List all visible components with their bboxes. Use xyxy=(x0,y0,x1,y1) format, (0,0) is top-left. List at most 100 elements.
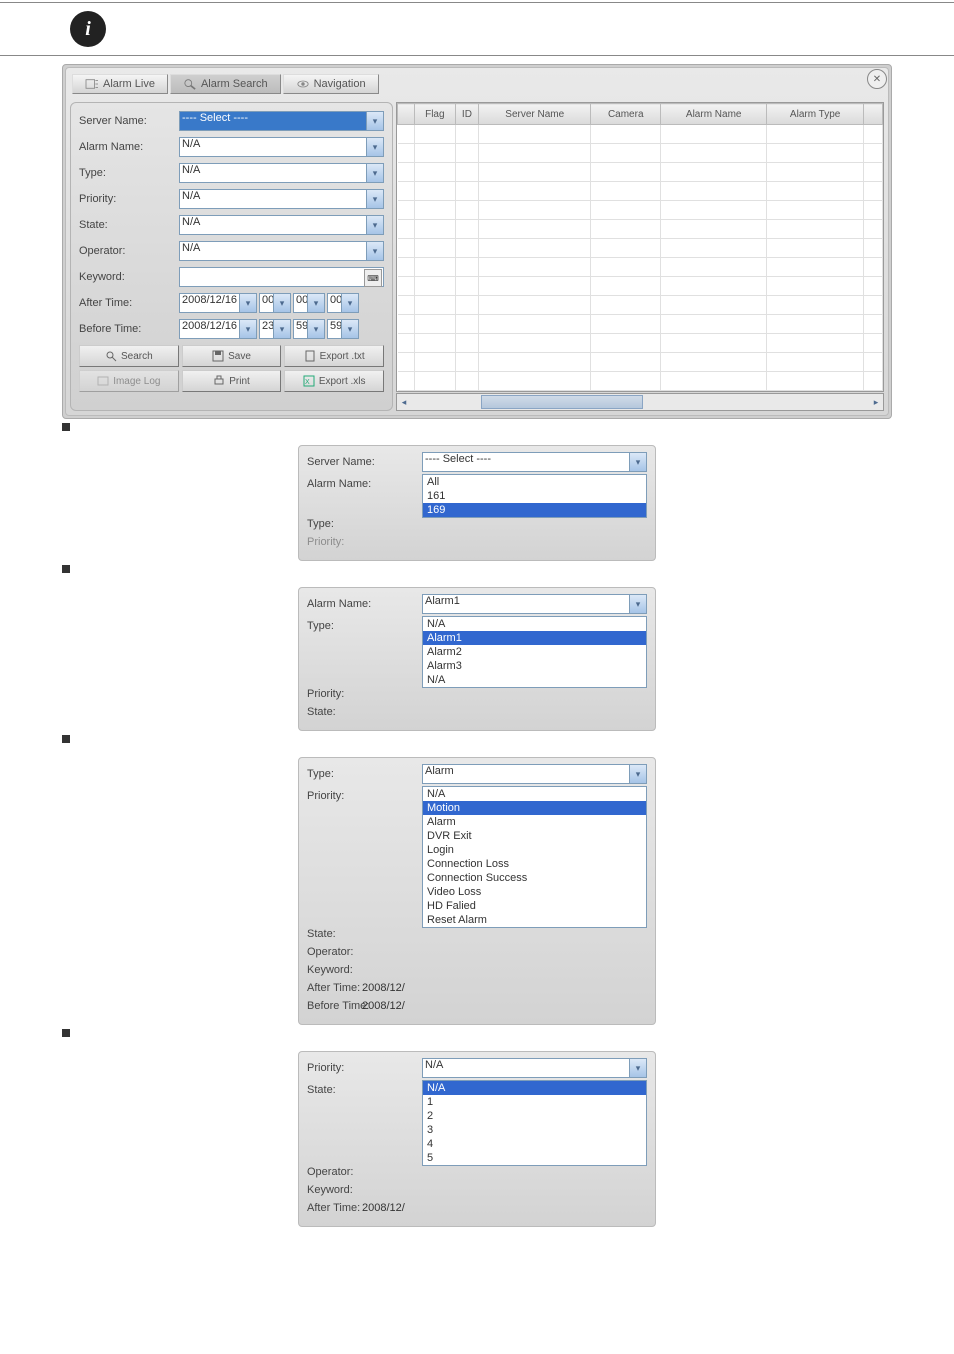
option[interactable]: N/A xyxy=(423,787,646,801)
table-row xyxy=(398,277,883,296)
table-row xyxy=(398,201,883,220)
option[interactable]: N/A xyxy=(423,1081,646,1095)
option[interactable]: DVR Exit xyxy=(423,829,646,843)
tab-alarm-live[interactable]: Alarm Live xyxy=(72,74,168,94)
server-name-dropdown[interactable]: All 161 169 xyxy=(422,474,647,518)
info-icon: i xyxy=(70,11,106,47)
export-xls-button[interactable]: XExport .xls xyxy=(284,370,384,392)
chevron-down-icon: ▾ xyxy=(366,216,383,234)
col-camera[interactable]: Camera xyxy=(591,104,661,125)
keyword-input[interactable]: ⌨ xyxy=(179,267,384,287)
option[interactable]: Video Loss xyxy=(423,885,646,899)
after-hour-select[interactable]: 00▾ xyxy=(259,293,291,313)
option[interactable]: 1 xyxy=(423,1095,646,1109)
table-row xyxy=(398,144,883,163)
option[interactable]: Alarm3 xyxy=(423,659,646,673)
priority-select[interactable]: N/A▾ xyxy=(179,189,384,209)
after-date-select[interactable]: 2008/12/16▾ xyxy=(179,293,257,313)
col-server-name[interactable]: Server Name xyxy=(479,104,591,125)
option-161[interactable]: 161 xyxy=(423,489,646,503)
chevron-down-icon: ▾ xyxy=(366,242,383,260)
option[interactable]: Login xyxy=(423,843,646,857)
option[interactable]: 5 xyxy=(423,1151,646,1165)
table-row xyxy=(398,296,883,315)
option[interactable]: N/A xyxy=(423,617,646,631)
label-before-time: Before Time: xyxy=(79,323,179,335)
table-row xyxy=(398,182,883,201)
table-row xyxy=(398,163,883,182)
before-hour-select[interactable]: 23▾ xyxy=(259,319,291,339)
alarm-search-window: ✕ Alarm Live Alarm Search Navigation Ser… xyxy=(62,64,892,419)
option[interactable]: HD Falied xyxy=(423,899,646,913)
col-alarm-type[interactable]: Alarm Type xyxy=(767,104,864,125)
option[interactable]: 4 xyxy=(423,1137,646,1151)
tab-navigation[interactable]: Navigation xyxy=(283,74,379,94)
results-grid[interactable]: Flag ID Server Name Camera Alarm Name Al… xyxy=(396,102,884,392)
option-169[interactable]: 169 xyxy=(423,503,646,517)
scroll-thumb[interactable] xyxy=(481,395,643,409)
example-alarm-name: Alarm Name: Alarm1▾ Type: N/A Alarm1 Ala… xyxy=(298,587,656,731)
alarm-name-dropdown[interactable]: N/A Alarm1 Alarm2 Alarm3 N/A xyxy=(422,616,647,688)
operator-select[interactable]: N/A▾ xyxy=(179,241,384,261)
label-server-name: Server Name: xyxy=(79,115,179,127)
col-alarm-name[interactable]: Alarm Name xyxy=(661,104,767,125)
type-select[interactable]: Alarm▾ xyxy=(422,764,647,784)
option-all[interactable]: All xyxy=(423,475,646,489)
table-row xyxy=(398,258,883,277)
server-name-select[interactable]: ---- Select ----▾ xyxy=(179,111,384,131)
before-date-select[interactable]: 2008/12/16▾ xyxy=(179,319,257,339)
keyboard-icon[interactable]: ⌨ xyxy=(364,269,382,287)
example-type: Type: Alarm▾ Priority: N/A Motion Alarm … xyxy=(298,757,656,1025)
alarm-name-select[interactable]: Alarm1▾ xyxy=(422,594,647,614)
option[interactable]: 2 xyxy=(423,1109,646,1123)
option[interactable]: Connection Loss xyxy=(423,857,646,871)
priority-dropdown[interactable]: N/A 1 2 3 4 5 xyxy=(422,1080,647,1166)
alarm-name-select[interactable]: N/A▾ xyxy=(179,137,384,157)
tab-label: Alarm Search xyxy=(201,78,268,90)
tab-alarm-search[interactable]: Alarm Search xyxy=(170,74,281,94)
bullet-icon xyxy=(62,565,70,573)
horizontal-scrollbar[interactable]: ◂ ▸ xyxy=(396,393,884,411)
print-button[interactable]: Print xyxy=(182,370,282,392)
type-dropdown[interactable]: N/A Motion Alarm DVR Exit Login Connecti… xyxy=(422,786,647,928)
table-row xyxy=(398,315,883,334)
after-min-select[interactable]: 00▾ xyxy=(293,293,325,313)
table-row xyxy=(398,372,883,391)
state-select[interactable]: N/A▾ xyxy=(179,215,384,235)
option[interactable]: Alarm2 xyxy=(423,645,646,659)
type-select[interactable]: N/A▾ xyxy=(179,163,384,183)
before-min-select[interactable]: 59▾ xyxy=(293,319,325,339)
option[interactable]: Alarm xyxy=(423,815,646,829)
table-row xyxy=(398,220,883,239)
export-txt-button[interactable]: Export .txt xyxy=(284,345,384,367)
option[interactable]: N/A xyxy=(423,673,646,687)
close-button[interactable]: ✕ xyxy=(867,69,887,89)
image-log-button[interactable]: Image Log xyxy=(79,370,179,392)
chevron-down-icon: ▾ xyxy=(366,112,383,130)
example-server-name: Server Name: ---- Select ----▾ Alarm Nam… xyxy=(298,445,656,561)
table-row xyxy=(398,353,883,372)
server-name-select[interactable]: ---- Select ----▾ xyxy=(422,452,647,472)
save-button[interactable]: Save xyxy=(182,345,282,367)
table-row xyxy=(398,125,883,144)
svg-text:X: X xyxy=(305,379,310,386)
option[interactable]: Motion xyxy=(423,801,646,815)
table-row xyxy=(398,239,883,258)
chevron-down-icon: ▾ xyxy=(366,138,383,156)
bullet-icon xyxy=(62,735,70,743)
option[interactable]: 3 xyxy=(423,1123,646,1137)
after-sec-select[interactable]: 00▾ xyxy=(327,293,359,313)
before-sec-select[interactable]: 59▾ xyxy=(327,319,359,339)
priority-select[interactable]: N/A▾ xyxy=(422,1058,647,1078)
example-priority: Priority: N/A▾ State: N/A 1 2 3 4 5 Oper… xyxy=(298,1051,656,1227)
option[interactable]: Connection Success xyxy=(423,871,646,885)
search-button[interactable]: Search xyxy=(79,345,179,367)
col-flag[interactable]: Flag xyxy=(415,104,456,125)
tab-label: Navigation xyxy=(314,78,366,90)
option[interactable]: Reset Alarm xyxy=(423,913,646,927)
option[interactable]: Alarm1 xyxy=(423,631,646,645)
scroll-left-icon[interactable]: ◂ xyxy=(397,397,411,408)
scroll-right-icon[interactable]: ▸ xyxy=(869,397,883,408)
label-state: State: xyxy=(79,219,179,231)
col-id[interactable]: ID xyxy=(455,104,479,125)
